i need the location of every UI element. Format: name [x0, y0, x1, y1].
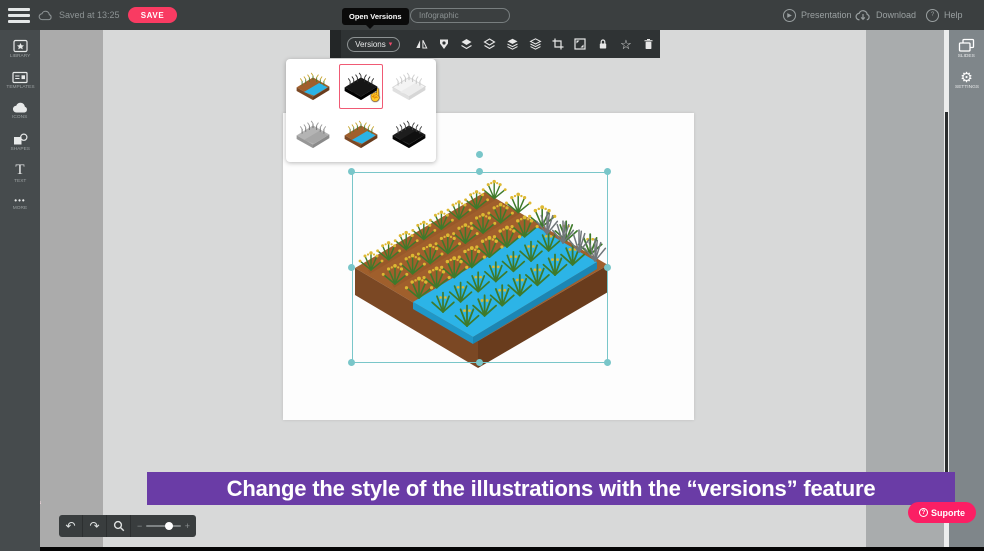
- question-icon: ?: [919, 508, 928, 517]
- help-button[interactable]: ? Help: [926, 0, 963, 30]
- bring-to-front-icon[interactable]: [501, 30, 524, 58]
- sidebar-item-text[interactable]: T TEXT: [0, 159, 40, 190]
- sidebar-item-settings[interactable]: ⚙ SETTINGS: [947, 70, 984, 93]
- selection-handle-e[interactable]: [604, 264, 611, 271]
- sidebar-item-shapes[interactable]: SHAPES: [0, 128, 40, 159]
- selection-handle-nw[interactable]: [348, 168, 355, 175]
- crop-icon[interactable]: [546, 30, 569, 58]
- lock-icon[interactable]: [592, 30, 615, 58]
- cloud-icon: [12, 102, 29, 114]
- zoom-search-button[interactable]: [107, 515, 131, 537]
- canvas-scrollbar-thumb[interactable]: [945, 112, 948, 490]
- sidebar-item-more[interactable]: ••• MORE: [0, 190, 40, 221]
- selection-handle-w[interactable]: [348, 264, 355, 271]
- flip-icon[interactable]: [410, 30, 433, 58]
- menu-icon[interactable]: [8, 8, 30, 23]
- versions-dropdown[interactable]: Versions ▾: [347, 37, 400, 52]
- sidebar-item-icons[interactable]: ICONS: [0, 97, 40, 128]
- canvas-left-band: [40, 30, 103, 551]
- zoom-slider-handle[interactable]: [165, 522, 173, 530]
- send-to-back-icon[interactable]: [524, 30, 547, 58]
- star-icon[interactable]: ☆: [615, 30, 638, 58]
- saved-status-text: Saved at 13:25: [59, 10, 120, 20]
- more-icon: •••: [14, 197, 25, 205]
- zoom-toolbar: ↶ ↷ − +: [59, 515, 196, 537]
- undo-button[interactable]: ↶: [59, 515, 83, 537]
- sidebar-item-slides[interactable]: SLIDES: [952, 38, 980, 62]
- versions-panel: [286, 59, 436, 162]
- selection-outline: [352, 172, 608, 363]
- download-button[interactable]: Download: [855, 0, 916, 30]
- undo-icon: ↶: [65, 519, 75, 533]
- download-cloud-icon: [855, 9, 871, 21]
- version-thumbnail-full-color-alt[interactable]: [339, 112, 384, 157]
- cursor-hand-icon: ☝: [368, 88, 383, 102]
- save-button[interactable]: SAVE: [128, 7, 177, 23]
- object-toolbar: VERSIONS Versions ▾: [330, 30, 660, 58]
- version-thumbnail-full-color[interactable]: [291, 64, 336, 109]
- text-icon: T: [15, 163, 24, 178]
- letterbox-strip: [40, 547, 984, 551]
- templates-icon: [12, 71, 28, 84]
- question-icon: ?: [926, 9, 939, 22]
- send-backward-icon[interactable]: [478, 30, 501, 58]
- version-thumbnail-gray[interactable]: [291, 112, 336, 157]
- open-versions-tooltip: Open Versions: [342, 8, 409, 25]
- version-thumbnail-outline[interactable]: [386, 64, 431, 109]
- bring-forward-icon[interactable]: [456, 30, 479, 58]
- cloud-icon: [38, 10, 53, 21]
- document-title-input[interactable]: [410, 8, 510, 23]
- presentation-button[interactable]: ▶ Presentation: [783, 0, 852, 30]
- zoom-in-button[interactable]: +: [185, 521, 190, 531]
- trash-icon[interactable]: [637, 30, 660, 58]
- selection-handle-sw[interactable]: [348, 359, 355, 366]
- gear-icon: ⚙: [960, 70, 973, 84]
- sidebar-item-library[interactable]: LIBRARY: [0, 35, 40, 66]
- redo-button[interactable]: ↷: [83, 515, 107, 537]
- chevron-down-icon: ▾: [389, 40, 393, 48]
- zoom-slider: − +: [131, 521, 196, 531]
- redo-icon: ↷: [89, 519, 99, 533]
- video-caption: Change the style of the illustrations wi…: [147, 472, 955, 505]
- app-window: VERSIONS Versions ▾: [0, 0, 984, 551]
- sidebar-item-templates[interactable]: TEMPLATES: [0, 66, 40, 97]
- selection-handle-ne[interactable]: [604, 168, 611, 175]
- shapes-icon: [13, 133, 28, 146]
- selection-rotate-handle[interactable]: [476, 151, 483, 158]
- zoom-out-button[interactable]: −: [137, 521, 142, 531]
- resize-icon[interactable]: [569, 30, 592, 58]
- slides-icon: [958, 38, 975, 53]
- magnifier-icon: [113, 520, 125, 532]
- version-thumbnail-dark[interactable]: [386, 112, 431, 157]
- play-icon: ▶: [783, 9, 796, 22]
- support-button[interactable]: ? Suporte: [908, 502, 976, 523]
- library-icon: [13, 39, 28, 53]
- save-status: Saved at 13:25: [38, 0, 120, 30]
- selection-handle-se[interactable]: [604, 359, 611, 366]
- top-bar: Saved at 13:25 SAVE ▶ Presentation Downl…: [0, 0, 984, 30]
- zoom-slider-track[interactable]: [146, 525, 180, 527]
- color-icon[interactable]: [433, 30, 456, 58]
- selection-handle-n[interactable]: [476, 168, 483, 175]
- toolbar-side-tab: VERSIONS: [330, 30, 341, 58]
- version-thumbnail-black[interactable]: [339, 64, 384, 109]
- selection-handle-s[interactable]: [476, 359, 483, 366]
- left-sidebar: LIBRARY TEMPLATES ICONS SHAPES: [0, 30, 40, 551]
